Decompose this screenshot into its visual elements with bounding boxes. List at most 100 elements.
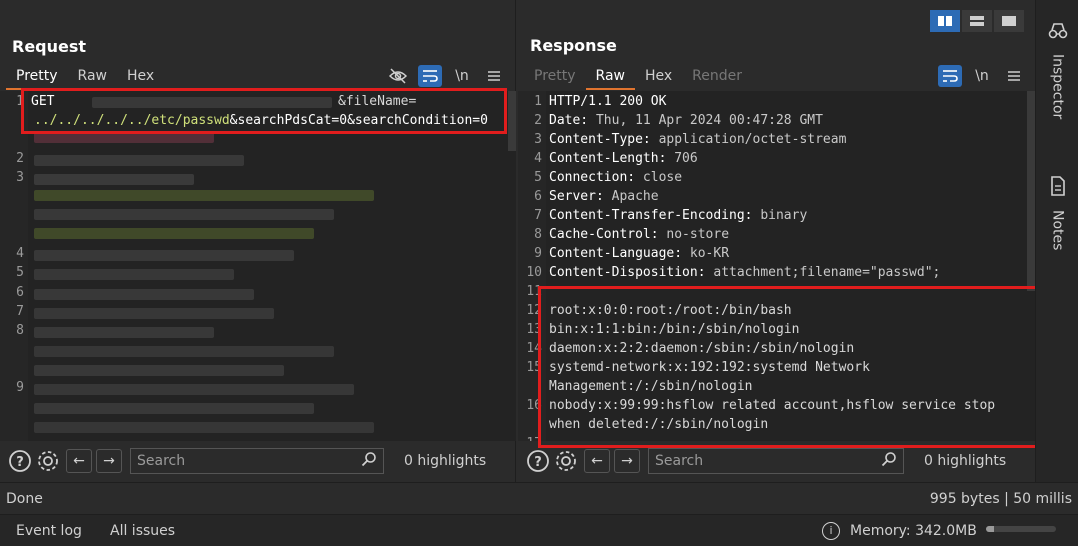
line-number: 5	[16, 265, 24, 280]
header-value: Thu, 11 Apr 2024 00:47:28 GMT	[588, 113, 823, 128]
hide-icon[interactable]	[386, 65, 410, 87]
help-icon[interactable]: ?	[524, 447, 552, 475]
tab-render[interactable]: Render	[682, 66, 752, 90]
request-editor[interactable]: 1 2 3 4 5 6 7 8 9 GET &fileName= ../../.…	[0, 91, 516, 441]
notes-icon	[1050, 176, 1066, 200]
redacted-text	[34, 365, 284, 376]
highlight-box-request	[21, 88, 507, 134]
response-pane: Response Pretty Raw Hex Render \n 1 2 3 …	[518, 0, 1048, 482]
search-icon[interactable]	[881, 451, 897, 471]
response-scrollbar[interactable]	[1027, 91, 1035, 291]
search-icon[interactable]	[361, 451, 377, 471]
redacted-text	[34, 174, 194, 185]
header-value: no-store	[658, 227, 730, 242]
wrap-lines-icon[interactable]	[418, 65, 442, 87]
response-highlights-count: 0 highlights	[924, 453, 1007, 469]
single-pane-icon[interactable]	[994, 10, 1024, 32]
split-vertical-icon[interactable]	[962, 10, 992, 32]
response-tabs: Pretty Raw Hex Render	[524, 66, 752, 90]
request-scrollbar[interactable]	[508, 91, 516, 151]
tab-hex[interactable]: Hex	[635, 66, 682, 90]
next-button[interactable]: →	[614, 449, 640, 473]
header-value: binary	[752, 208, 808, 223]
header-key: Date:	[549, 113, 589, 128]
redacted-text	[34, 289, 254, 300]
request-pane: Request Pretty Raw Hex \n 1 2 3 4 5 6 7 …	[0, 0, 516, 482]
response-header-line: Content-Type: application/octet-stream	[549, 132, 846, 147]
side-strip: Inspector Notes	[1035, 0, 1078, 482]
redacted-text	[34, 403, 314, 414]
line-number: 2	[16, 151, 24, 166]
redacted-text	[34, 308, 274, 319]
line-number: 3	[534, 132, 542, 147]
response-search-box[interactable]	[648, 448, 904, 474]
request-highlights-count: 0 highlights	[404, 453, 487, 469]
svg-text:?: ?	[534, 455, 542, 470]
gear-icon[interactable]	[552, 447, 580, 475]
redacted-text	[34, 209, 334, 220]
footer-bar: Event log All issues i Memory: 342.0MB	[0, 514, 1078, 546]
notes-tab[interactable]: Notes	[1036, 176, 1078, 250]
redacted-text	[34, 384, 354, 395]
line-number: 3	[16, 170, 24, 185]
event-log-link[interactable]: Event log	[16, 523, 82, 539]
tab-raw[interactable]: Raw	[585, 66, 635, 90]
layout-toggle	[930, 10, 1024, 32]
previous-button[interactable]: ←	[584, 449, 610, 473]
response-header-line: Content-Length: 706	[549, 151, 698, 166]
redacted-text	[34, 228, 314, 239]
newline-toggle[interactable]: \n	[970, 65, 994, 87]
redacted-text	[34, 346, 334, 357]
header-value: ko-KR	[682, 246, 730, 261]
next-button[interactable]: →	[96, 449, 122, 473]
header-key: Content-Disposition:	[549, 265, 706, 280]
line-number: 4	[534, 151, 542, 166]
response-search-input[interactable]	[655, 453, 881, 469]
line-number: 9	[16, 380, 24, 395]
header-value: application/octet-stream	[650, 132, 847, 147]
line-number: 7	[534, 208, 542, 223]
split-horizontal-icon[interactable]	[930, 10, 960, 32]
response-header-line: Content-Transfer-Encoding: binary	[549, 208, 807, 223]
response-bottom-bar: ? ← → 0 highlights	[524, 443, 1006, 479]
menu-icon[interactable]	[482, 65, 506, 87]
header-value: 706	[666, 151, 698, 166]
response-header-line: Date: Thu, 11 Apr 2024 00:47:28 GMT	[549, 113, 823, 128]
request-title: Request	[12, 37, 87, 56]
gear-icon[interactable]	[34, 447, 62, 475]
tab-hex[interactable]: Hex	[117, 66, 164, 90]
tab-raw[interactable]: Raw	[68, 66, 117, 90]
request-search-box[interactable]	[130, 448, 384, 474]
line-number: 9	[534, 246, 542, 261]
newline-toggle[interactable]: \n	[450, 65, 474, 87]
all-issues-link[interactable]: All issues	[110, 523, 175, 539]
redacted-text	[34, 190, 374, 201]
header-key: Content-Transfer-Encoding:	[549, 208, 753, 223]
header-key: Server:	[549, 189, 604, 204]
response-header-line: Server: Apache	[549, 189, 659, 204]
response-header-line: Content-Language: ko-KR	[549, 246, 729, 261]
help-icon[interactable]: ?	[6, 447, 34, 475]
request-editor-tools: \n	[386, 65, 506, 87]
memory-bar-fill	[986, 526, 995, 532]
tab-pretty[interactable]: Pretty	[6, 66, 68, 90]
line-number: 1	[534, 94, 542, 109]
wrap-lines-icon[interactable]	[938, 65, 962, 87]
redacted-text	[34, 422, 374, 433]
line-number: 6	[16, 285, 24, 300]
inspector-tab[interactable]: Inspector	[1036, 22, 1078, 119]
line-number: 2	[534, 113, 542, 128]
header-key: Cache-Control:	[549, 227, 659, 242]
line-number: 5	[534, 170, 542, 185]
request-search-input[interactable]	[137, 453, 361, 469]
response-header-line: Cache-Control: no-store	[549, 227, 729, 242]
previous-button[interactable]: ←	[66, 449, 92, 473]
redacted-text	[34, 250, 294, 261]
line-number: 4	[16, 246, 24, 261]
menu-icon[interactable]	[1002, 65, 1026, 87]
info-icon: i	[822, 522, 840, 540]
tab-pretty[interactable]: Pretty	[524, 66, 586, 90]
memory-label: Memory: 342.0MB	[850, 523, 977, 539]
status-line-text: HTTP/1.1 200 OK	[549, 94, 667, 109]
svg-text:?: ?	[16, 455, 24, 470]
